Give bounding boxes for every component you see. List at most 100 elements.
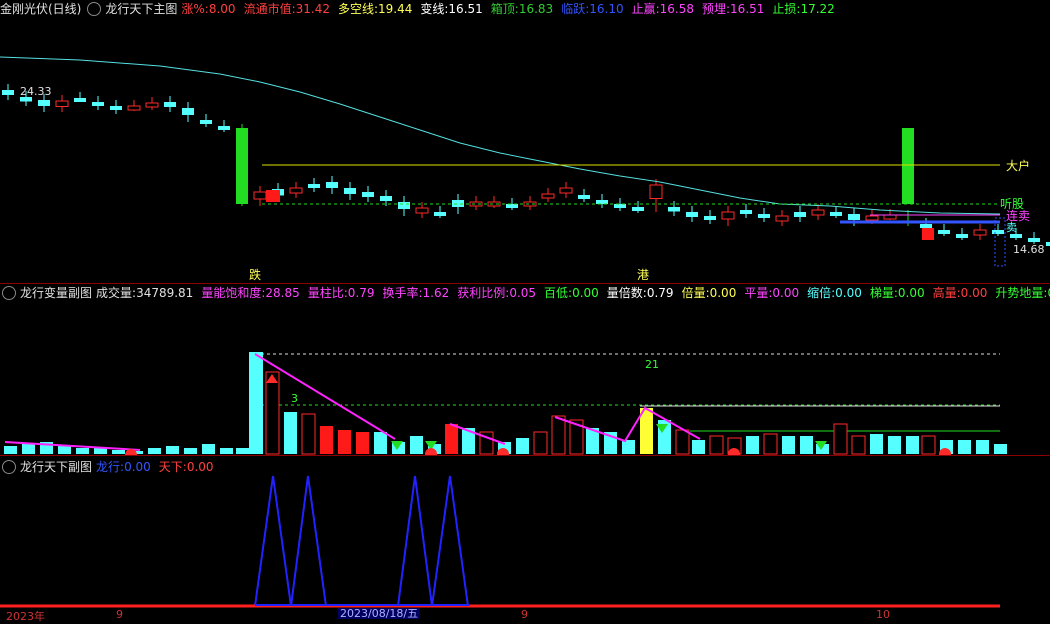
candle bbox=[992, 224, 1004, 236]
candle bbox=[811, 204, 825, 220]
candle bbox=[344, 182, 356, 200]
event-die-label: 跌 bbox=[249, 267, 261, 282]
marker-21: 21 bbox=[645, 358, 659, 371]
volume-bar bbox=[994, 444, 1007, 454]
candle bbox=[74, 92, 86, 102]
volume-bar bbox=[249, 352, 263, 454]
volume-bar bbox=[112, 450, 125, 454]
candle bbox=[956, 228, 968, 240]
volume-bar bbox=[551, 415, 566, 455]
candle bbox=[289, 182, 303, 198]
candle bbox=[794, 206, 806, 222]
volume-bar bbox=[782, 436, 795, 454]
candle bbox=[632, 201, 644, 213]
volume-bar bbox=[202, 444, 215, 454]
event-gang-label: 港 bbox=[637, 268, 649, 282]
volume-bar bbox=[284, 412, 297, 454]
candle bbox=[200, 114, 212, 127]
candle bbox=[830, 206, 842, 218]
volume-bar bbox=[622, 440, 635, 454]
volume-bar bbox=[356, 432, 369, 454]
volume-bar bbox=[888, 436, 901, 454]
candle bbox=[487, 196, 501, 208]
volume-bar bbox=[184, 448, 197, 454]
candle bbox=[973, 224, 987, 240]
candle bbox=[266, 190, 280, 202]
candle bbox=[1046, 242, 1050, 246]
candle bbox=[218, 120, 230, 132]
cursor-box bbox=[994, 217, 1006, 267]
axis-label: 10 bbox=[876, 608, 890, 621]
candle bbox=[596, 194, 608, 208]
volume-bar bbox=[709, 435, 724, 455]
candle bbox=[362, 186, 374, 202]
volume-bar bbox=[58, 446, 71, 454]
volume-trend-line bbox=[449, 423, 506, 445]
axis-label: 9 bbox=[521, 608, 528, 621]
volume-bar bbox=[763, 433, 778, 455]
mai-label: 卖 bbox=[1006, 221, 1017, 234]
candle bbox=[253, 186, 267, 206]
candle bbox=[308, 178, 320, 192]
volume-bar bbox=[692, 440, 705, 454]
candle bbox=[758, 208, 770, 222]
volume-bar bbox=[236, 448, 249, 454]
candle bbox=[704, 210, 716, 224]
candle bbox=[559, 182, 573, 198]
volume-bar bbox=[906, 436, 919, 454]
candle bbox=[668, 201, 680, 216]
candle bbox=[938, 224, 950, 236]
candle bbox=[398, 196, 410, 216]
axis-label: 2023年 bbox=[6, 610, 45, 623]
candle bbox=[721, 206, 735, 226]
volume-bar bbox=[746, 436, 759, 454]
volume-bar bbox=[265, 371, 280, 455]
candle bbox=[578, 189, 590, 202]
volume-bar bbox=[445, 424, 458, 454]
volume-bar bbox=[301, 413, 316, 455]
volume-bar bbox=[148, 448, 161, 454]
candle bbox=[686, 206, 698, 222]
volume-bar bbox=[833, 423, 848, 455]
volume-bar bbox=[533, 431, 548, 455]
volume-bar bbox=[22, 444, 35, 454]
dahu-label: 大户 bbox=[1006, 158, 1030, 173]
candle bbox=[541, 188, 555, 202]
volume-bar bbox=[958, 440, 971, 454]
volume-bar bbox=[410, 436, 423, 454]
candle bbox=[775, 210, 789, 226]
signal-chart[interactable] bbox=[0, 456, 1050, 619]
candle bbox=[164, 96, 176, 112]
price-low-label: 14.68 bbox=[1013, 243, 1045, 256]
candle bbox=[469, 196, 483, 210]
candle bbox=[740, 204, 752, 218]
volume-bar bbox=[76, 448, 89, 454]
candle bbox=[523, 196, 537, 210]
moving-average-line bbox=[0, 56, 1001, 215]
volume-bar bbox=[800, 436, 813, 454]
cursor-date-label: 2023/08/18/五 bbox=[338, 607, 421, 620]
candle bbox=[92, 96, 104, 110]
axis-label: 9 bbox=[116, 608, 123, 621]
candle bbox=[110, 100, 122, 114]
volume-bar bbox=[374, 432, 387, 454]
volume-bar bbox=[166, 446, 179, 454]
volume-bar bbox=[921, 435, 936, 455]
candle bbox=[922, 228, 934, 240]
volume-bar bbox=[976, 440, 989, 454]
candle bbox=[182, 102, 194, 122]
volume-chart[interactable]: 21 3 bbox=[0, 284, 1050, 455]
longxing-signal-line bbox=[254, 475, 469, 607]
candle bbox=[127, 100, 141, 111]
candle bbox=[236, 124, 248, 206]
volume-bar bbox=[870, 434, 883, 454]
candle bbox=[326, 176, 338, 194]
volume-bar bbox=[4, 446, 17, 454]
candle bbox=[55, 95, 69, 112]
candle bbox=[434, 206, 446, 218]
volume-bar bbox=[516, 438, 529, 454]
volume-bar bbox=[675, 429, 690, 455]
candlestick-chart[interactable]: 24.33 14.68 大户 听股 连卖 卖 跌 港 bbox=[0, 0, 1050, 283]
volume-bar bbox=[320, 426, 333, 454]
price-high-label: 24.33 bbox=[20, 85, 52, 98]
